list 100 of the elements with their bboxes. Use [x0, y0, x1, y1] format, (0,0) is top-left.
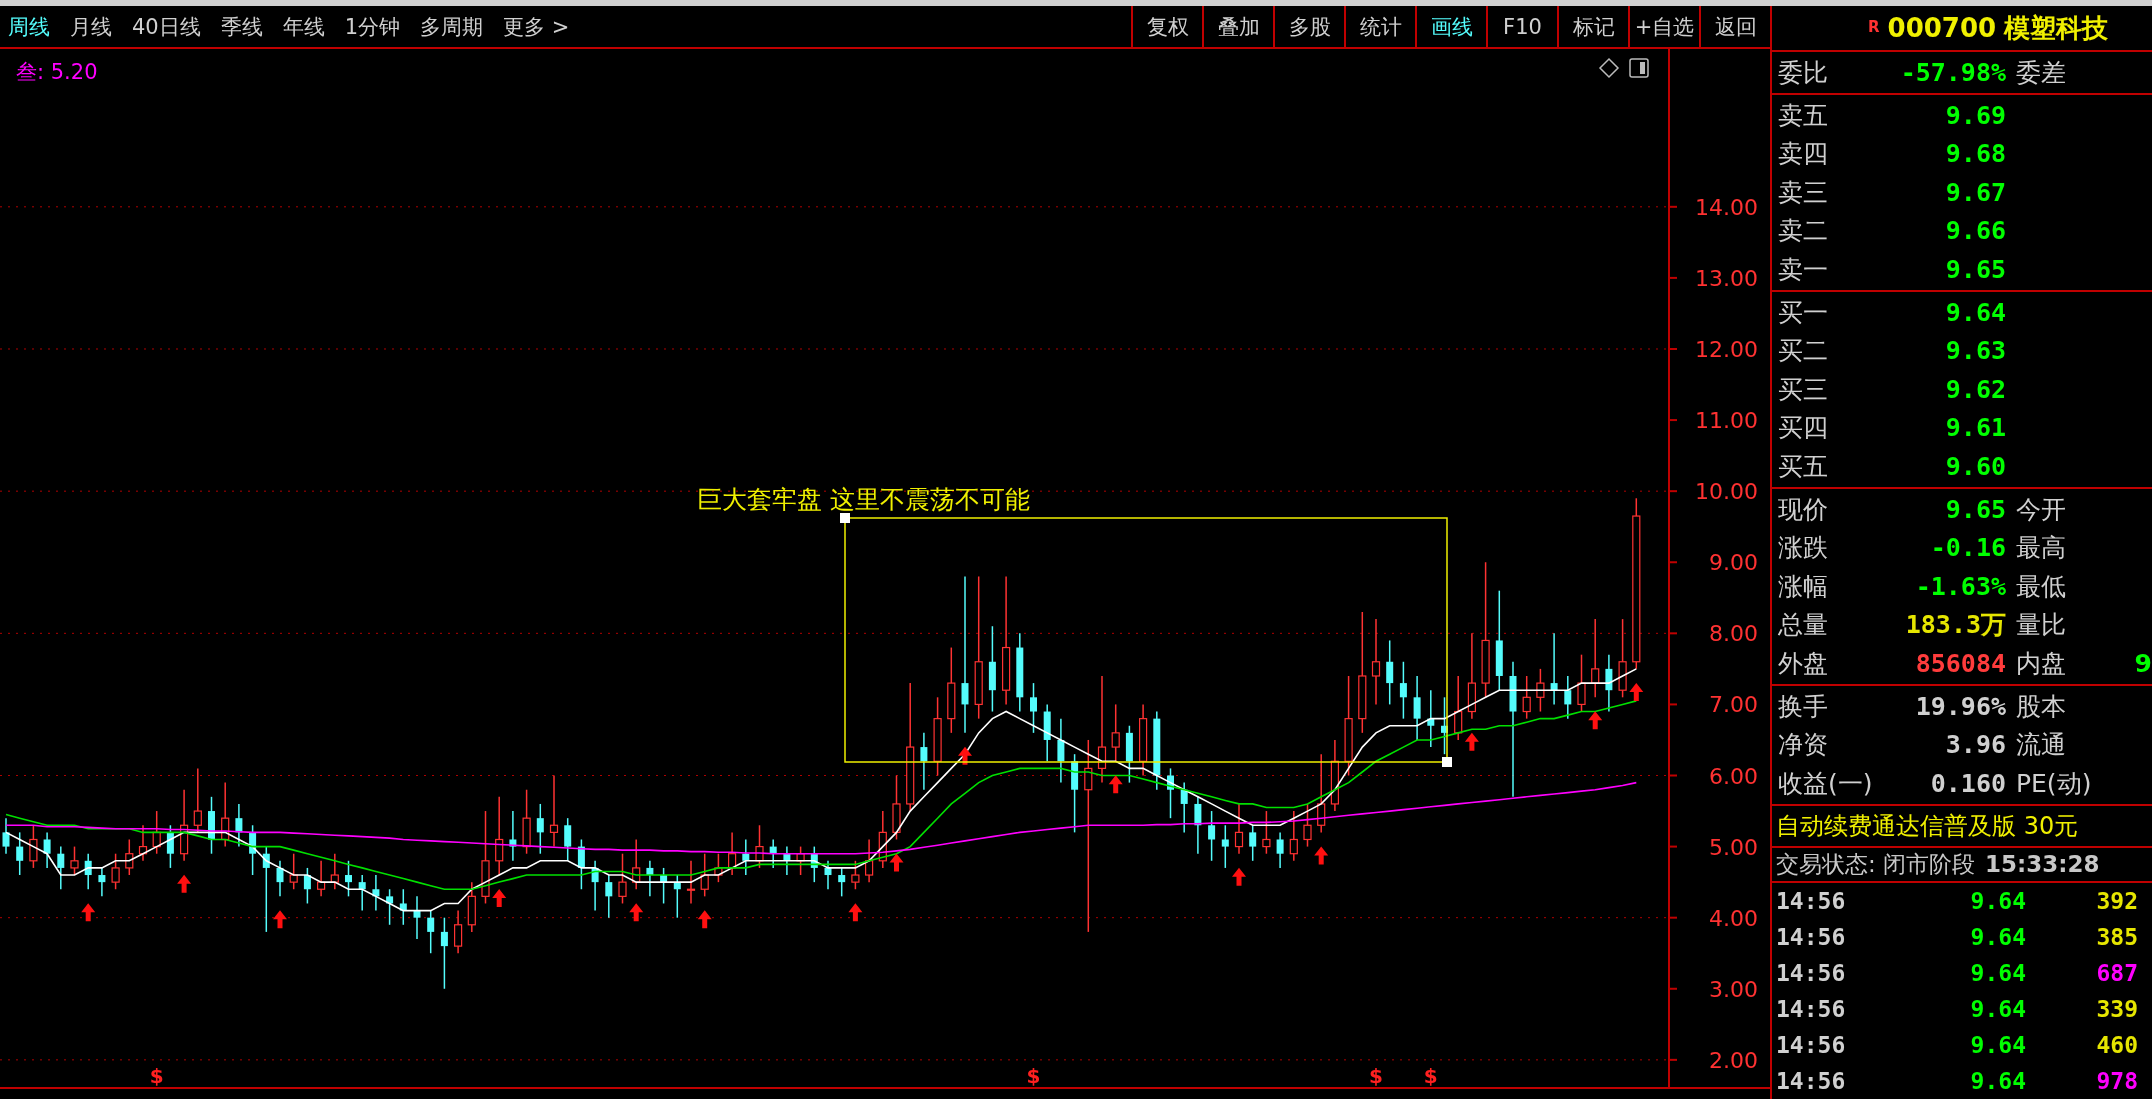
- toolbar-button[interactable]: 返回: [1699, 6, 1770, 47]
- field-label: 卖五: [1778, 99, 1829, 132]
- period-tab[interactable]: 周线: [8, 12, 50, 41]
- field-label: 净资: [1778, 729, 1829, 762]
- field-label: 委比: [1778, 57, 1829, 90]
- ask-price: 9.66: [1944, 216, 2006, 246]
- field-label: 委差: [2015, 57, 2066, 90]
- tick-volume: 978: [2095, 1068, 2139, 1094]
- price-label: 12.00: [1695, 337, 1758, 362]
- up-arrow-icon: [1629, 682, 1644, 701]
- period-tab[interactable]: 40日线: [132, 12, 201, 41]
- price-label: 2.00: [1709, 1047, 1758, 1073]
- toolbar-button[interactable]: 统计: [1344, 6, 1415, 47]
- up-arrow-icon: [629, 903, 644, 922]
- price-label: 8.00: [1709, 621, 1758, 647]
- period-tab[interactable]: 季线: [220, 12, 263, 41]
- candlestick: [193, 767, 202, 834]
- up-arrow-icon: [492, 889, 507, 908]
- field-value: -57.98%: [1899, 58, 2006, 88]
- candlestick: [865, 838, 874, 883]
- stock-code: 000700: [1887, 13, 1997, 44]
- up-arrow-icon: [81, 903, 96, 922]
- price-label: 7.00: [1709, 692, 1758, 718]
- toolbar-button[interactable]: F10: [1486, 6, 1557, 47]
- period-tab[interactable]: 1分钟: [344, 12, 401, 41]
- tick-time: 14:56: [1776, 996, 1847, 1022]
- toolbar-button[interactable]: 叠加: [1202, 6, 1273, 47]
- panel-toggle-icon[interactable]: [1629, 58, 1649, 78]
- field-label: 买五: [1778, 451, 1829, 483]
- status-time: 15:33:28: [1985, 851, 2100, 878]
- tick-volume: 339: [2095, 996, 2139, 1022]
- toolbar-button[interactable]: 画线: [1415, 6, 1486, 47]
- candlestick: [1276, 831, 1284, 869]
- field-label: 收益(一): [1778, 767, 1874, 800]
- period-tab[interactable]: 年线: [282, 12, 325, 41]
- candlestick: [413, 895, 421, 940]
- candlestick: [1234, 803, 1244, 855]
- field-value: -0.16: [1929, 533, 2006, 563]
- up-arrow-icon: [958, 746, 972, 765]
- field-value: -1.63%: [1914, 571, 2006, 601]
- price-label: 4.00: [1709, 905, 1758, 931]
- field-label: PE(动): [2015, 767, 2092, 800]
- candlestick: [1111, 703, 1120, 763]
- field-label: 卖二: [1778, 215, 1829, 248]
- trade-status: 交易状态: 闭市阶段: [1776, 849, 1976, 879]
- annotation-label: 巨大套牢盘 这里不震荡不可能: [697, 485, 1030, 514]
- promo-link[interactable]: 自动续费通达信普及版 30元: [1776, 809, 2079, 842]
- toolbar-button[interactable]: 多股: [1273, 6, 1344, 47]
- field-label: 今开: [2015, 493, 2066, 526]
- field-label: 卖四: [1778, 138, 1829, 171]
- field-value: 9: [2133, 648, 2152, 678]
- candlestick: [16, 831, 24, 876]
- up-arrow-icon: [1314, 846, 1329, 865]
- candlestick: [1386, 639, 1394, 706]
- candlestick: [1564, 675, 1572, 720]
- price-label: 3.00: [1709, 976, 1758, 1002]
- candlestick: [166, 824, 174, 869]
- up-arrow-icon: [1108, 775, 1123, 794]
- ask-price: 9.67: [1944, 177, 2006, 207]
- candlestick: [440, 916, 448, 990]
- ask-price: 9.68: [1944, 139, 2006, 169]
- candlestick: [1522, 675, 1531, 720]
- toolbar-button[interactable]: 标记: [1557, 6, 1628, 47]
- candlestick: [742, 838, 750, 876]
- price-label: 13.00: [1695, 265, 1758, 291]
- candlestick: [1262, 810, 1271, 855]
- field-label: 涨跌: [1778, 532, 1829, 565]
- field-value: 19.96%: [1914, 691, 2006, 721]
- field-label: 买三: [1778, 373, 1829, 406]
- field-value: 856084: [1914, 648, 2006, 678]
- candlestick: [1536, 668, 1545, 713]
- tick-price: 9.64: [1969, 960, 2026, 986]
- toolbar-button[interactable]: +自选: [1628, 6, 1699, 47]
- field-label: 外盘: [1778, 647, 1829, 680]
- candlestick: [111, 852, 120, 890]
- candlestick: [1399, 661, 1407, 720]
- tick-time: 14:56: [1776, 888, 1847, 914]
- signal-marker: $: [149, 1064, 164, 1087]
- candlestick: [386, 888, 394, 926]
- candlestick: [289, 852, 298, 890]
- field-label: 总量: [1778, 609, 1829, 642]
- candlestick: [358, 874, 366, 912]
- period-tab[interactable]: 月线: [70, 12, 112, 41]
- annotation-rectangle[interactable]: [840, 513, 1452, 767]
- tick-price: 9.64: [1969, 996, 2026, 1022]
- toolbar-button[interactable]: 复权: [1131, 6, 1202, 47]
- tick-volume: 460: [2095, 1032, 2139, 1058]
- diamond-icon[interactable]: [1598, 57, 1620, 79]
- price-label: 11.00: [1695, 408, 1758, 434]
- period-tab[interactable]: 多周期: [420, 12, 484, 41]
- field-value: 3.96: [1944, 730, 2006, 760]
- candlestick: [454, 909, 463, 954]
- period-tab[interactable]: 更多 >: [503, 12, 570, 41]
- ask-price: 9.65: [1944, 255, 2006, 285]
- candlestick: [1371, 618, 1381, 706]
- candlestick: [399, 888, 407, 926]
- up-arrow-icon: [848, 903, 863, 922]
- field-value: 0.160: [1929, 768, 2006, 798]
- tick-time: 14:56: [1776, 960, 1847, 986]
- up-arrow-icon: [697, 910, 712, 929]
